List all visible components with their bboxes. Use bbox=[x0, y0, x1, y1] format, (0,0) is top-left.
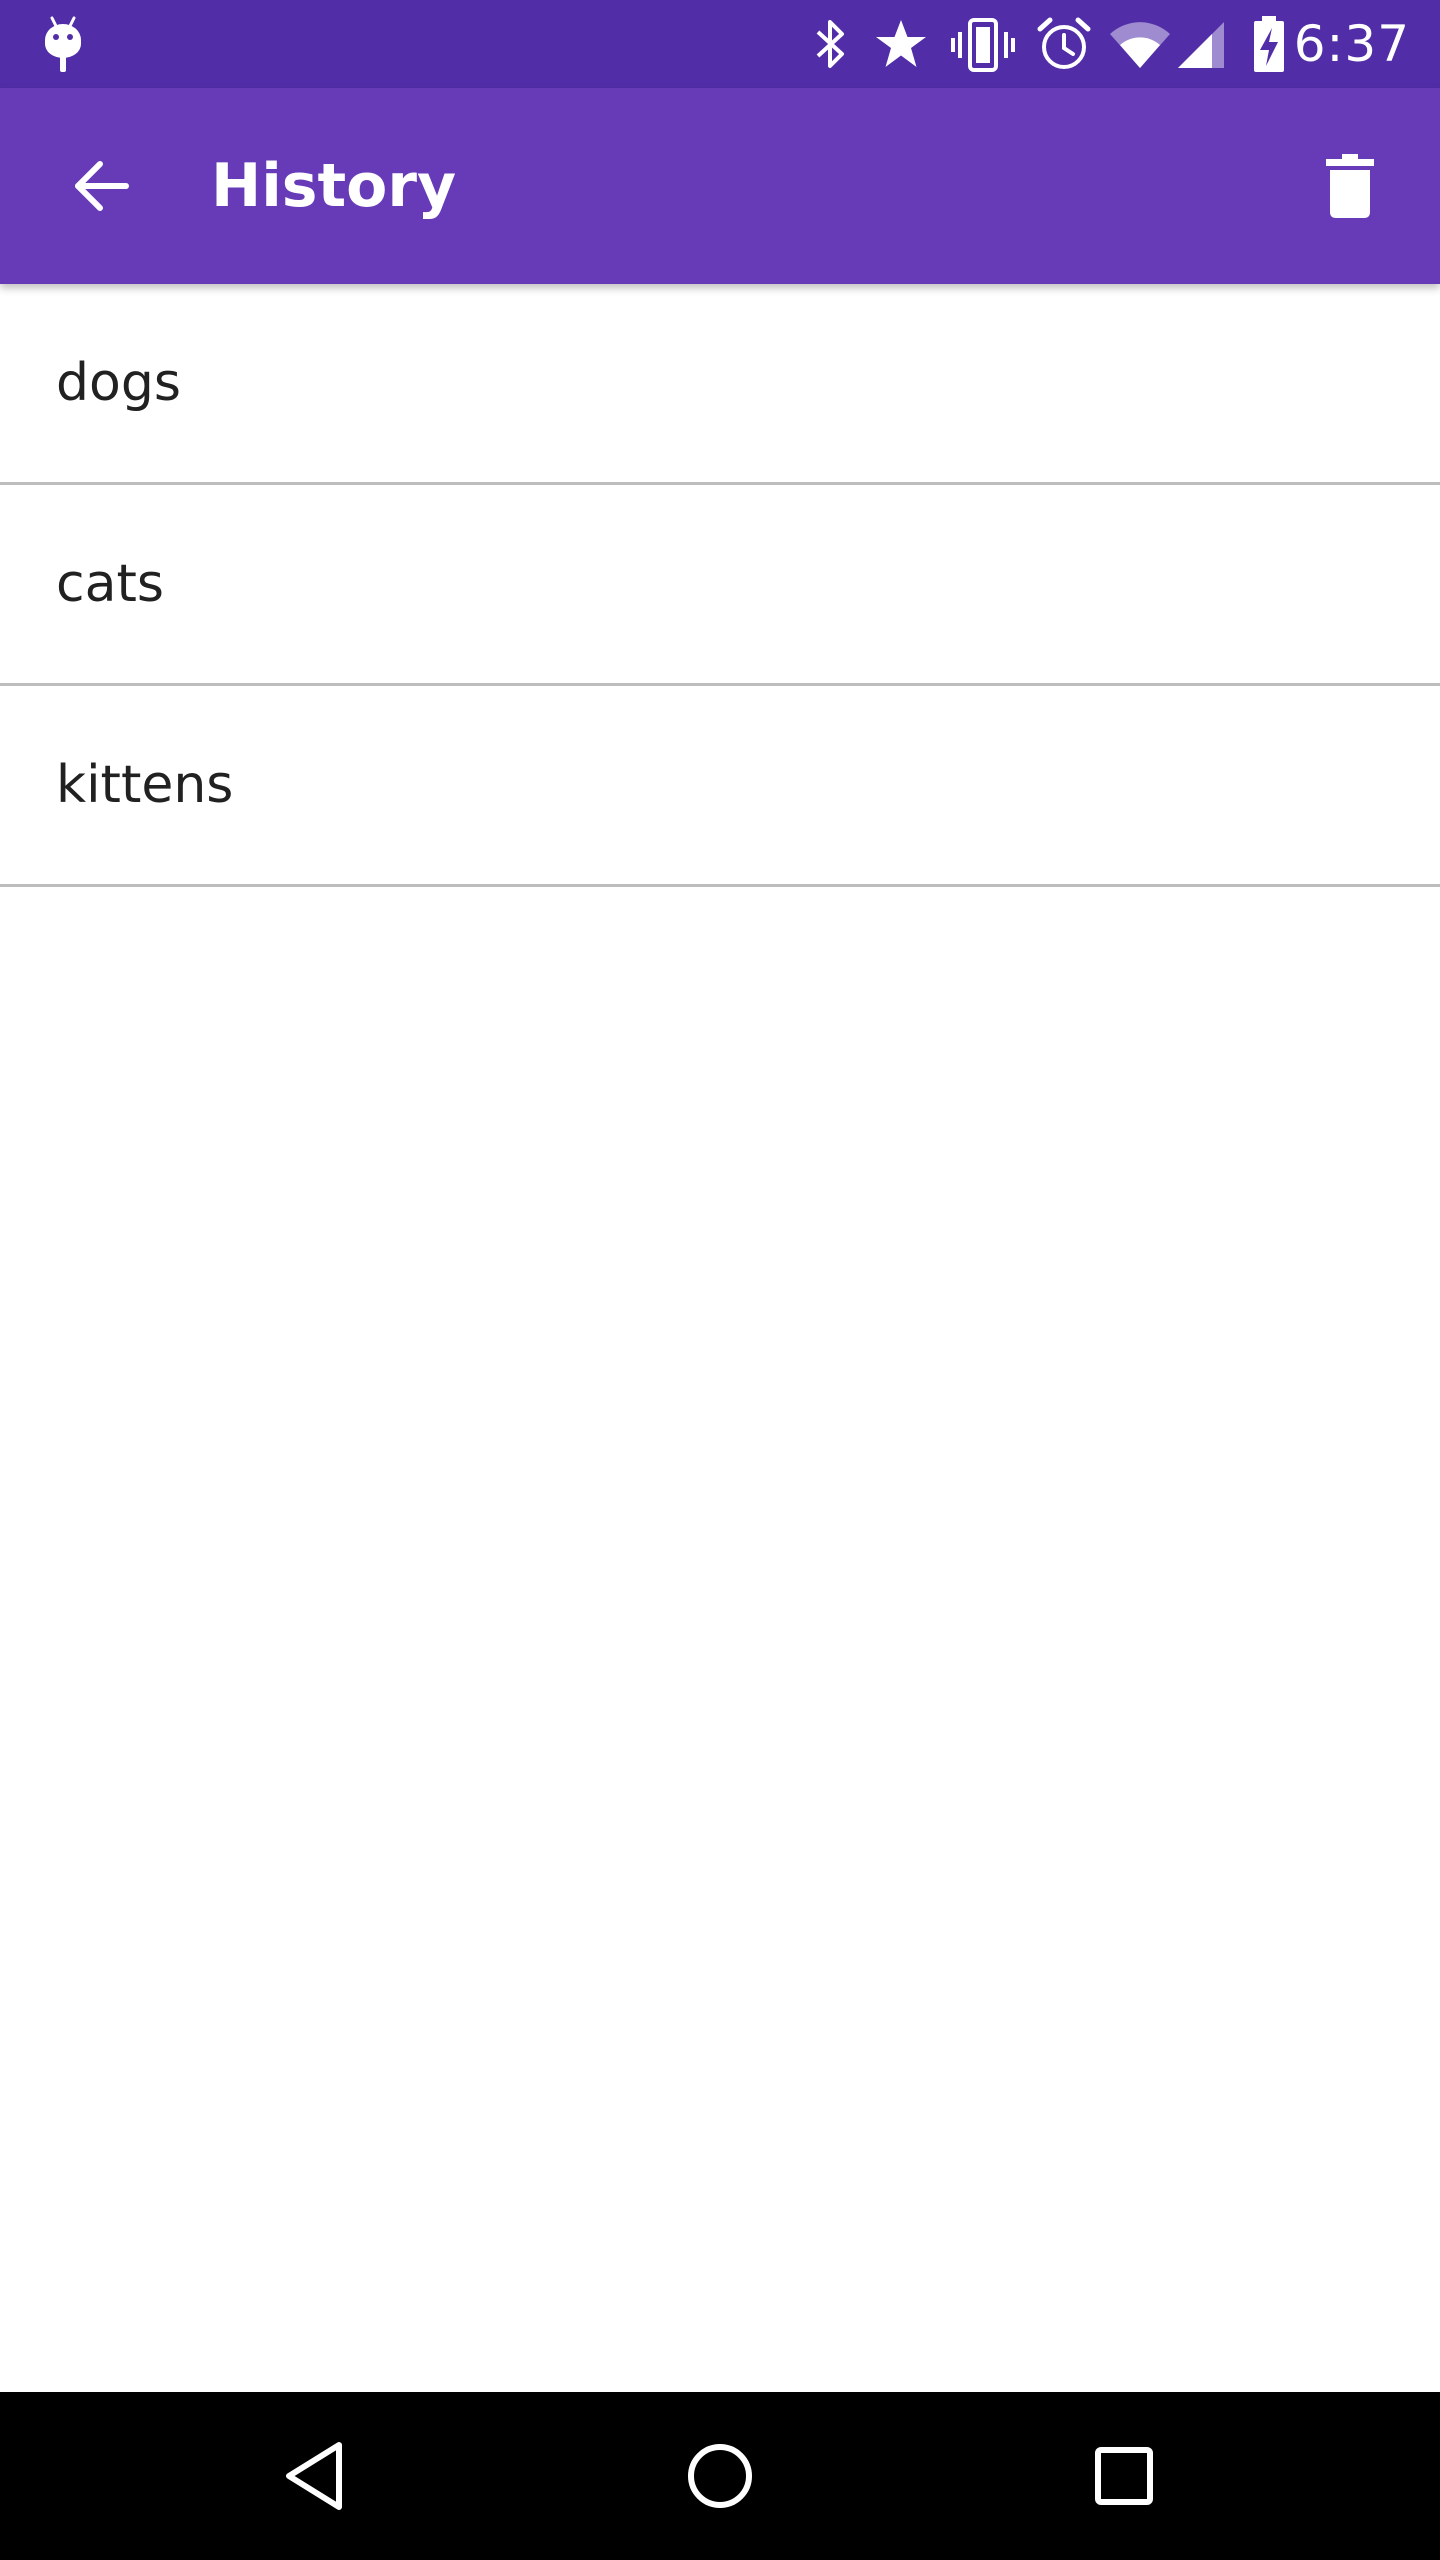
nav-home-button[interactable] bbox=[660, 2416, 780, 2536]
android-debug-icon bbox=[45, 16, 81, 72]
arrow-back-icon bbox=[75, 161, 129, 211]
history-item-dogs[interactable]: dogs bbox=[0, 284, 1440, 485]
status-bar: 6:37 bbox=[0, 0, 1440, 88]
nav-back-button[interactable] bbox=[255, 2416, 375, 2536]
navigation-bar bbox=[0, 2392, 1440, 2560]
history-item-label: dogs bbox=[56, 353, 181, 413]
back-triangle-icon bbox=[286, 2442, 342, 2510]
cell-signal-icon bbox=[1178, 22, 1224, 68]
history-screen: 6:37 History dogs cats kittens bbox=[0, 0, 1440, 2560]
battery-charging-icon bbox=[1254, 16, 1284, 72]
history-item-label: cats bbox=[56, 554, 164, 614]
back-button[interactable] bbox=[40, 126, 160, 246]
star-icon bbox=[876, 20, 926, 67]
history-item-kittens[interactable]: kittens bbox=[0, 686, 1440, 887]
clear-history-button[interactable] bbox=[1290, 126, 1410, 246]
status-time: 6:37 bbox=[1293, 15, 1410, 73]
page-title: History bbox=[211, 151, 457, 221]
nav-recents-button[interactable] bbox=[1064, 2416, 1184, 2536]
app-bar: History bbox=[0, 88, 1440, 284]
recents-square-icon bbox=[1095, 2447, 1153, 2505]
wifi-icon bbox=[1110, 22, 1170, 68]
bluetooth-icon bbox=[816, 20, 844, 68]
vibrate-icon bbox=[951, 18, 1015, 72]
home-circle-icon bbox=[688, 2444, 752, 2508]
history-list: dogs cats kittens bbox=[0, 284, 1440, 887]
trash-icon bbox=[1326, 154, 1374, 218]
history-item-label: kittens bbox=[56, 755, 234, 815]
history-item-cats[interactable]: cats bbox=[0, 485, 1440, 686]
alarm-icon bbox=[1037, 17, 1091, 69]
